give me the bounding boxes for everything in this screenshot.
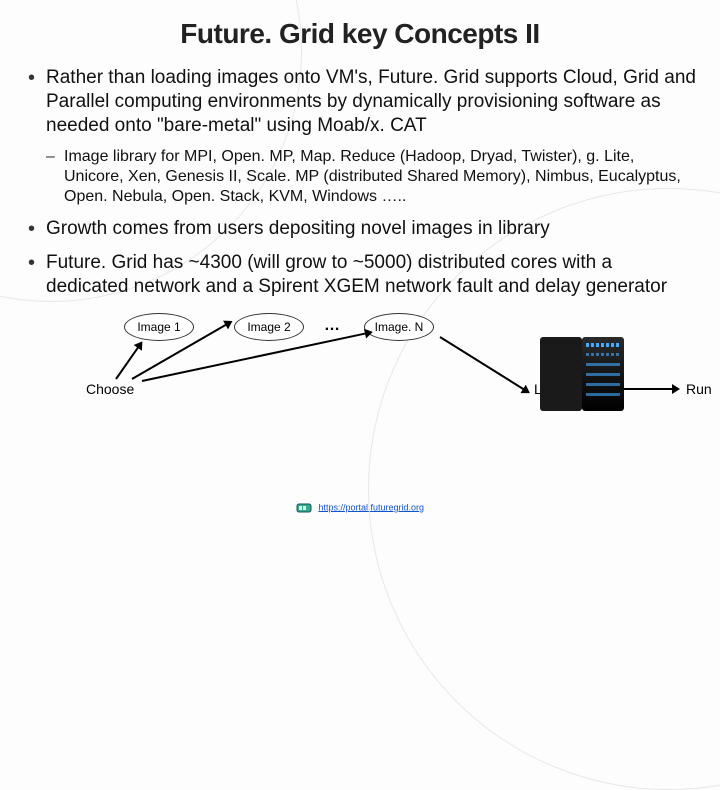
image-node-1: Image 1 <box>124 313 194 341</box>
image-flow-diagram: Image 1 Image 2 … Image. N Choose Load R… <box>24 309 696 429</box>
ellipsis: … <box>324 317 340 335</box>
portal-link[interactable]: https://portal.futuregrid.org <box>318 502 424 512</box>
bullet-2: Growth comes from users depositing novel… <box>24 217 696 241</box>
server-rack-icon <box>582 337 624 411</box>
load-label: Load <box>534 381 565 397</box>
footer: https://portal.futuregrid.org <box>0 500 720 516</box>
choose-label: Choose <box>86 381 134 397</box>
futuregrid-logo-icon <box>296 500 312 516</box>
image-node-2: Image 2 <box>234 313 304 341</box>
run-label: Run <box>686 381 712 397</box>
sub-bullet-1: Image library for MPI, Open. MP, Map. Re… <box>24 147 696 207</box>
slide-title: Future. Grid key Concepts II <box>24 18 696 50</box>
bullet-1: Rather than loading images onto VM's, Fu… <box>24 66 696 137</box>
bullet-3: Future. Grid has ~4300 (will grow to ~50… <box>24 251 696 299</box>
bullet-list: Rather than loading images onto VM's, Fu… <box>24 66 696 299</box>
